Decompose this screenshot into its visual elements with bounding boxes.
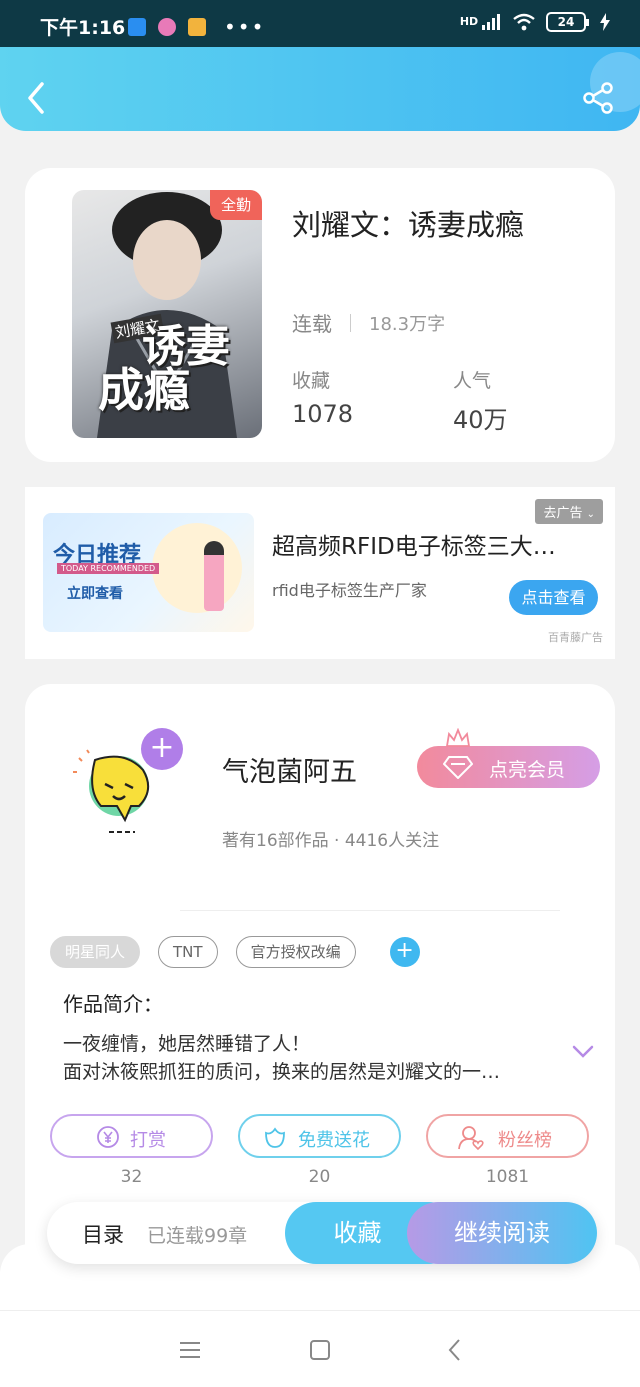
- expand-chevron-icon[interactable]: [571, 1044, 595, 1060]
- ad-view-button[interactable]: 点击查看: [509, 580, 598, 615]
- pinyin-notification-icon: [158, 18, 176, 36]
- fans-icon: [458, 1126, 484, 1151]
- ad-image-cta: 立即查看: [67, 586, 123, 602]
- book-detail-card: + 气泡菌阿五 著有16部作品 · 4416人关注 点亮会员 明星同人 TNT …: [25, 684, 615, 1284]
- collect-count-value: 1078: [292, 400, 354, 428]
- collect-count-label: 收藏: [292, 370, 331, 392]
- share-button[interactable]: [582, 82, 614, 114]
- system-navigation-bar: [0, 1310, 640, 1387]
- chevron-left-icon: [28, 82, 44, 114]
- back-button[interactable]: [22, 78, 52, 118]
- ad-image-subtitle: TODAY RECOMMENDED: [57, 563, 160, 574]
- word-count: 18.3万字: [369, 313, 446, 335]
- yen-icon: [97, 1126, 119, 1148]
- author-name[interactable]: 气泡菌阿五: [222, 750, 357, 789]
- serial-status: 连载: [292, 312, 332, 336]
- bottom-action-bar: 目录 已连载99章 收藏 继续阅读: [47, 1202, 597, 1264]
- separator: [350, 313, 351, 332]
- intro-line: 面对沐筱熙抓狂的质问，换来的居然是刘耀文的一…: [63, 1061, 501, 1083]
- ad-decoration: [152, 523, 242, 613]
- status-bar: 下午1:16 ••• HD 24: [0, 0, 640, 47]
- vip-label: 点亮会员: [489, 759, 566, 781]
- intro-heading: 作品简介：: [63, 992, 163, 1016]
- vip-button[interactable]: 点亮会员: [417, 728, 600, 788]
- send-flower-button[interactable]: 免费送花: [238, 1114, 401, 1158]
- send-flower-label: 免费送花: [298, 1130, 370, 1151]
- book-info-card: 全勤 刘耀文 诱妻 成瘾 刘耀文：诱妻成瘾 连载 18.3万字 收藏 1078 …: [25, 168, 615, 462]
- intro-line: 一夜缠情，她居然睡错了人！: [63, 1033, 311, 1055]
- chapter-count: 已连载99章: [147, 1225, 248, 1247]
- ad-source: 百青藤广告: [548, 631, 603, 644]
- remove-ad-label: 去广告: [543, 506, 583, 521]
- book-status-line: 连载 18.3万字: [292, 308, 445, 337]
- book-cover[interactable]: 全勤 刘耀文 诱妻 成瘾: [72, 190, 262, 438]
- share-icon: [583, 82, 613, 114]
- fan-ranking-label: 粉丝榜: [498, 1130, 552, 1151]
- remove-ad-button[interactable]: 去广告 ⌄: [535, 499, 603, 524]
- author-meta: 著有16部作品 · 4416人关注: [222, 831, 440, 851]
- flower-icon: [265, 1127, 285, 1148]
- add-tag-button[interactable]: +: [389, 937, 420, 967]
- signal-icon: HD: [460, 14, 502, 30]
- tag-item[interactable]: 明星同人: [50, 936, 141, 968]
- ad-title: 超高频RFID电子标签三大…: [272, 534, 556, 560]
- charging-icon: [600, 13, 610, 31]
- popularity-value: 40万: [453, 406, 508, 434]
- collect-label: 收藏: [333, 1219, 382, 1247]
- tag-item[interactable]: 官方授权改编: [235, 936, 356, 968]
- intro-text[interactable]: 一夜缠情，她居然睡错了人！ 面对沐筱熙抓狂的质问，换来的居然是刘耀文的一…: [63, 1030, 553, 1086]
- tag-item[interactable]: TNT: [158, 936, 218, 968]
- popularity-label: 人气: [453, 370, 492, 392]
- more-notifications-icon: •••: [224, 15, 266, 39]
- crown-icon: [445, 728, 471, 747]
- home-icon[interactable]: [305, 1337, 335, 1363]
- ad-girl-figure: [204, 541, 224, 611]
- battery-icon: 24: [546, 12, 589, 32]
- fan-ranking-button[interactable]: 粉丝榜: [426, 1114, 589, 1158]
- top-header: 下午1:16 ••• HD 24: [0, 0, 640, 131]
- flower-count: 20: [308, 1167, 331, 1187]
- back-nav-icon[interactable]: [440, 1337, 470, 1363]
- cover-title-line2: 成瘾: [98, 363, 190, 417]
- catalog-button[interactable]: 目录: [82, 1219, 124, 1249]
- status-time: 下午1:16: [40, 17, 126, 39]
- full-attendance-badge: 全勤: [210, 190, 262, 220]
- chevron-down-icon: ⌄: [586, 509, 595, 520]
- reward-button[interactable]: 打赏: [50, 1114, 213, 1158]
- reward-label: 打赏: [130, 1130, 166, 1151]
- follow-author-button[interactable]: +: [141, 728, 183, 770]
- gift-notification-icon: [188, 18, 206, 36]
- ad-image[interactable]: 今日推荐 TODAY RECOMMENDED 立即查看: [43, 513, 254, 632]
- book-title: 刘耀文：诱妻成瘾: [292, 208, 525, 242]
- diamond-icon: [443, 756, 473, 779]
- notification-icons: •••: [128, 15, 265, 39]
- menu-icon[interactable]: [175, 1337, 205, 1363]
- ad-banner[interactable]: 今日推荐 TODAY RECOMMENDED 立即查看 去广告 ⌄ 超高频RFI…: [25, 487, 615, 659]
- system-icons: HD 24: [460, 12, 610, 32]
- divider: [180, 910, 560, 911]
- fan-count: 1081: [485, 1167, 530, 1187]
- tag-list: 明星同人 TNT 官方授权改编 +: [50, 936, 420, 968]
- wifi-icon: [513, 13, 535, 31]
- app-notification-icon: [128, 18, 146, 36]
- continue-reading-button[interactable]: 继续阅读: [407, 1202, 597, 1264]
- reward-count: 32: [120, 1167, 143, 1187]
- ad-subtitle: rfid电子标签生产厂家: [272, 581, 427, 600]
